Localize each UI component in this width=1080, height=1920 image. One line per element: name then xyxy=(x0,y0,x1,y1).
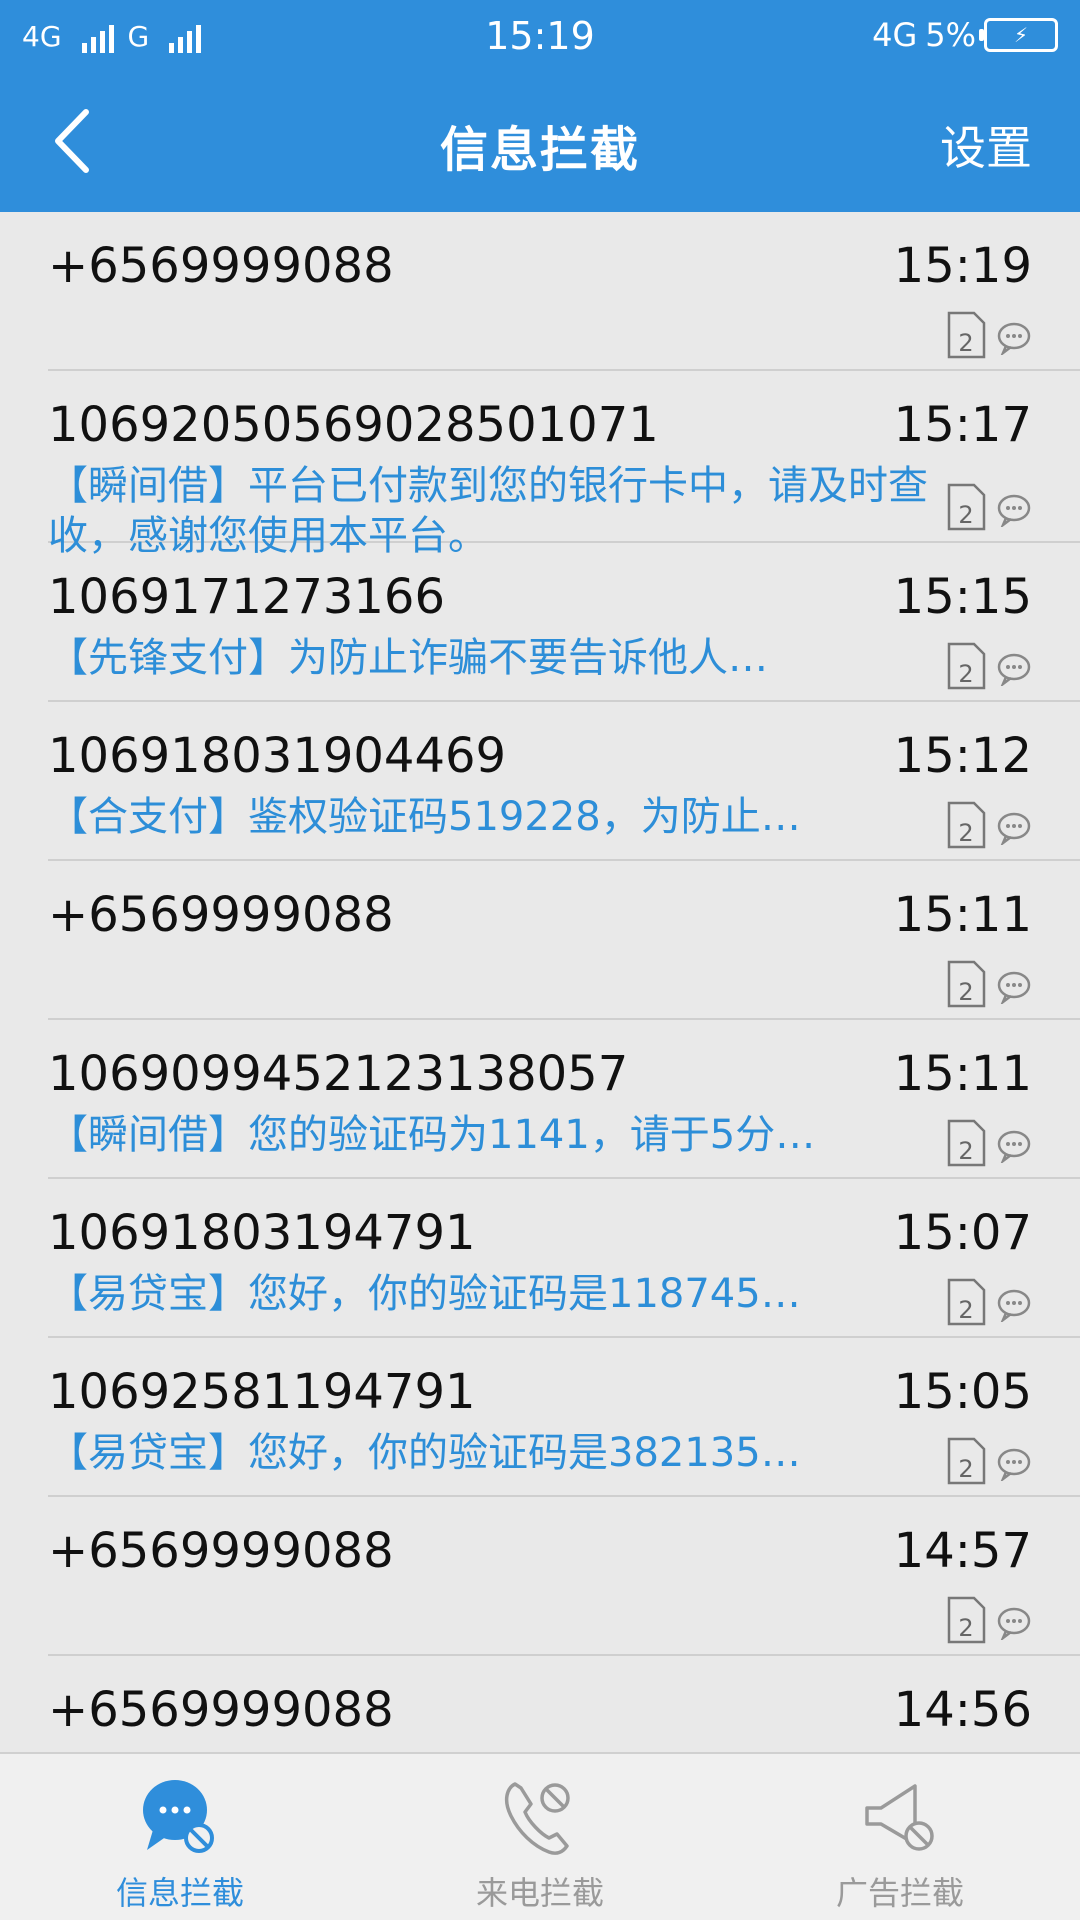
message-time: 15:11 xyxy=(893,1046,1032,1102)
row-icons: 2 xyxy=(946,1278,1032,1326)
bottom-nav: 信息拦截 来电拦截 广告拦截 xyxy=(0,1752,1080,1920)
sender-number: +6569999088 xyxy=(48,887,394,943)
sim-card-icon: 2 xyxy=(947,1596,986,1644)
message-row[interactable]: 10692581194791 15:05 【易贷宝】您好，你的验证码是38213… xyxy=(48,1338,1080,1497)
tab-label: 广告拦截 xyxy=(835,1874,964,1912)
row-icons: 2 xyxy=(946,483,1032,531)
message-list: +6569999088 15:19 2 1069205056902850​107… xyxy=(0,212,1080,1752)
row-icons: 2 xyxy=(946,1437,1032,1485)
message-time: 15:19 xyxy=(893,238,1032,294)
svg-text:2: 2 xyxy=(958,660,973,688)
message-time: 15:17 xyxy=(893,397,1032,453)
sender-number: +6569999088 xyxy=(48,1523,394,1579)
row-icons: 2 xyxy=(946,1596,1032,1644)
battery-percent: 5% xyxy=(925,16,976,54)
chat-bubble-icon xyxy=(997,971,1031,1004)
sim-card-icon: 2 xyxy=(947,801,986,849)
svg-text:2: 2 xyxy=(958,1296,973,1324)
sender-number: 1069205056902850​1071 xyxy=(48,397,659,453)
svg-text:2: 2 xyxy=(958,1455,973,1483)
phone-block-icon xyxy=(504,1782,570,1855)
message-row[interactable]: +6569999088 15:19 2 xyxy=(48,212,1080,371)
tab-label: 来电拦截 xyxy=(475,1874,604,1912)
row-icons: 2 xyxy=(946,1119,1032,1167)
sender-number: 106909945212313​8057 xyxy=(48,1046,629,1102)
battery-icon: ⚡ xyxy=(979,18,1058,52)
app-header: 信息拦截 设置 xyxy=(0,76,1080,212)
chat-bubble-icon xyxy=(997,812,1031,845)
chat-bubble-icon xyxy=(997,1448,1031,1481)
svg-text:2: 2 xyxy=(958,501,973,529)
sim-card-icon: 2 xyxy=(947,311,986,359)
message-preview: 【先锋支付】为防止诈骗不要告诉他人… xyxy=(48,635,768,681)
sender-number: 10691803194791 xyxy=(48,1205,476,1261)
chat-bubble-icon xyxy=(997,1130,1031,1163)
page-title: 信息拦截 xyxy=(439,122,640,178)
svg-text:2: 2 xyxy=(958,1614,973,1642)
sender-number: 1069171273166 xyxy=(48,569,446,625)
sim-card-icon: 2 xyxy=(947,483,986,531)
svg-text:2: 2 xyxy=(958,819,973,847)
sim-card-icon: 2 xyxy=(947,960,986,1008)
message-time: 15:11 xyxy=(893,887,1032,943)
chat-bubble-icon xyxy=(997,653,1031,686)
row-icons: 2 xyxy=(946,642,1032,690)
message-row[interactable]: +6569999088 15:11 2 xyxy=(48,861,1080,1020)
message-time: 14:56 xyxy=(893,1682,1032,1738)
message-preview: 【易贷宝】您好，你的验证码是118745… xyxy=(48,1271,801,1317)
row-icons: 2 xyxy=(946,311,1032,359)
sender-number: +6569999088 xyxy=(48,1682,394,1738)
chat-bubble-icon xyxy=(997,322,1031,355)
message-preview: 【合支付】鉴权验证码519228，为防止… xyxy=(48,794,801,840)
megaphone-block-icon xyxy=(865,1784,934,1851)
tab-call-block[interactable]: 来电拦截 xyxy=(360,1754,720,1920)
network-label-3: 4G xyxy=(872,16,918,54)
message-time: 15:12 xyxy=(893,728,1032,784)
message-time: 14:57 xyxy=(893,1523,1032,1579)
message-block-icon xyxy=(143,1780,214,1853)
svg-text:2: 2 xyxy=(958,1137,973,1165)
sim-card-icon: 2 xyxy=(947,1278,986,1326)
chat-bubble-icon xyxy=(997,1607,1031,1640)
sim-card-icon: 2 xyxy=(947,1119,986,1167)
message-time: 15:07 xyxy=(893,1205,1032,1261)
status-bar: 4G G 15:19 4G 5% ⚡ xyxy=(0,0,1080,76)
message-row[interactable]: +6569999088 14:57 2 xyxy=(48,1497,1080,1656)
message-row[interactable]: 10691803194791 15:07 【易贷宝】您好，你的验证码是11874… xyxy=(48,1179,1080,1338)
settings-button[interactable]: 设置 xyxy=(940,112,1032,178)
chat-bubble-icon xyxy=(997,1289,1031,1322)
message-row[interactable]: 106909945212313​8057 15:11 【瞬间借】您的验证码为11… xyxy=(48,1020,1080,1179)
sender-number: 10692581194791 xyxy=(48,1364,476,1420)
sim-card-icon: 2 xyxy=(947,1437,986,1485)
row-icons: 2 xyxy=(946,801,1032,849)
row-icons: 2 xyxy=(946,960,1032,1008)
sim-card-icon: 2 xyxy=(947,642,986,690)
tab-message-block[interactable]: 信息拦截 xyxy=(0,1754,360,1920)
svg-text:2: 2 xyxy=(958,978,973,1006)
message-time: 15:15 xyxy=(893,569,1032,625)
status-right: 4G 5% ⚡ xyxy=(872,16,1058,54)
sender-number: 106918031904469 xyxy=(48,728,507,784)
message-time: 15:05 xyxy=(893,1364,1032,1420)
message-preview: 【易贷宝】您好，你的验证码是382135… xyxy=(48,1430,801,1476)
message-row[interactable]: 1069205056902850​1071 15:17 【瞬间借】平台已付款到您… xyxy=(48,371,1080,559)
message-row[interactable]: 1069171273166 15:15 【先锋支付】为防止诈骗不要告诉他人… 2 xyxy=(48,543,1080,702)
chat-bubble-icon xyxy=(997,494,1031,527)
tab-label: 信息拦截 xyxy=(115,1874,244,1912)
tab-ad-block[interactable]: 广告拦截 xyxy=(720,1754,1080,1920)
message-preview: 【瞬间借】您的验证码为1141，请于5分… xyxy=(48,1112,816,1158)
message-row[interactable]: 106918031904469 15:12 【合支付】鉴权验证码519228，为… xyxy=(48,702,1080,861)
message-row[interactable]: +6569999088 14:56 2 xyxy=(48,1656,1080,1752)
sender-number: +6569999088 xyxy=(48,238,394,294)
svg-text:2: 2 xyxy=(958,329,973,357)
